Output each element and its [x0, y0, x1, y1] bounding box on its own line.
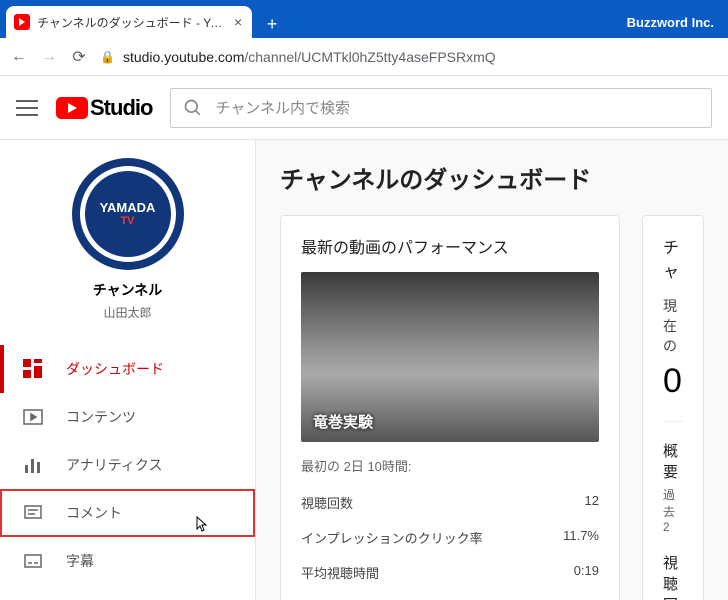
subscribers-value: 0	[663, 362, 683, 401]
page-title: チャンネルのダッシュボード	[280, 160, 704, 195]
logo-text: Studio	[90, 95, 152, 121]
lock-icon: 🔒	[100, 50, 115, 64]
avatar[interactable]: YAMADA TV	[72, 158, 184, 270]
stat-label: インプレッションのクリック率	[301, 528, 483, 547]
stat-row-avg-duration: 平均視聴時間 0:19	[301, 555, 599, 590]
dashboard-icon	[22, 358, 44, 380]
sidebar-item-label: アナリティクス	[66, 455, 162, 475]
analytics-icon	[22, 454, 44, 476]
browser-tab[interactable]: チャンネルのダッシュボード - YouTube ×	[6, 6, 252, 38]
summary-label: 概要	[663, 440, 683, 482]
avatar-line1: YAMADA	[100, 200, 156, 215]
youtube-icon	[56, 97, 88, 119]
studio-logo[interactable]: Studio	[56, 95, 152, 121]
period-label: 最初の 2日 10時間:	[301, 456, 599, 475]
youtube-favicon	[14, 14, 30, 30]
cursor-icon	[191, 515, 209, 535]
url-path: /channel/UCMTkl0hZ5tty4aseFPSRxmQ	[244, 49, 495, 65]
channel-owner: 山田太郎	[0, 304, 255, 321]
browser-address-bar: ← → ⟳ 🔒 studio.youtube.com/channel/UCMTk…	[0, 38, 728, 76]
tab-title: チャンネルのダッシュボード - YouTube	[37, 14, 227, 31]
comments-icon	[22, 502, 44, 524]
sidebar-item-content[interactable]: コンテンツ	[0, 393, 255, 441]
sidebar: YAMADA TV チャンネル 山田太郎 ダッシュボード コンテンツ アナリティ…	[0, 140, 256, 600]
stat-label: 視聴回数	[301, 493, 353, 512]
back-button[interactable]: ←	[10, 48, 28, 66]
content-icon	[22, 406, 44, 428]
subtitles-icon	[22, 550, 44, 572]
sidebar-item-comments[interactable]: コメント	[0, 489, 255, 537]
reload-button[interactable]: ⟳	[70, 47, 88, 67]
search-icon	[183, 98, 203, 118]
window-brand: Buzzword Inc.	[627, 15, 728, 38]
browser-titlebar: チャンネルのダッシュボード - YouTube × + Buzzword Inc…	[0, 0, 728, 38]
views-label: 視聴回	[663, 552, 683, 600]
card-title: チャ	[663, 234, 683, 282]
sidebar-item-label: ダッシュボード	[66, 359, 164, 379]
search-input[interactable]: チャンネル内で検索	[170, 88, 712, 128]
url-field[interactable]: 🔒 studio.youtube.com/channel/UCMTkl0hZ5t…	[100, 49, 718, 65]
subscribers-label: 現在の	[663, 296, 683, 356]
stat-value: 0:19	[574, 563, 599, 582]
sidebar-item-label: 字幕	[66, 551, 94, 571]
search-placeholder: チャンネル内で検索	[215, 97, 350, 118]
card-title: 最新の動画のパフォーマンス	[301, 234, 599, 258]
channel-label: チャンネル	[0, 280, 255, 300]
video-thumbnail[interactable]: 竜巻実験	[301, 272, 599, 442]
main-content: チャンネルのダッシュボード 最新の動画のパフォーマンス 竜巻実験 最初の 2日 …	[256, 140, 728, 600]
video-title: 竜巻実験	[313, 411, 373, 432]
stat-value: 11.7%	[563, 528, 599, 547]
sidebar-item-label: コンテンツ	[66, 407, 136, 427]
channel-avatar-block: YAMADA TV チャンネル 山田太郎	[0, 158, 255, 331]
app-header: Studio チャンネル内で検索	[0, 76, 728, 140]
summary-sub: 過去 2	[663, 486, 683, 534]
card-channel-analytics: チャ 現在の 0 概要 過去 2 視聴回 総再生 人気の 過去 4	[642, 215, 704, 600]
sidebar-item-subtitles[interactable]: 字幕	[0, 537, 255, 585]
avatar-line2: TV	[100, 215, 156, 228]
divider	[663, 421, 683, 422]
hamburger-icon[interactable]	[16, 100, 38, 116]
sidebar-item-dashboard[interactable]: ダッシュボード	[0, 345, 255, 393]
stat-value: 12	[585, 493, 599, 512]
stat-row-views: 視聴回数 12	[301, 485, 599, 520]
close-icon[interactable]: ×	[234, 14, 242, 30]
forward-button[interactable]: →	[40, 48, 58, 66]
url-host: studio.youtube.com	[123, 49, 244, 65]
sidebar-item-analytics[interactable]: アナリティクス	[0, 441, 255, 489]
card-latest-video: 最新の動画のパフォーマンス 竜巻実験 最初の 2日 10時間: 視聴回数 12 …	[280, 215, 620, 600]
new-tab-button[interactable]: +	[258, 10, 286, 38]
stat-row-ctr: インプレッションのクリック率 11.7%	[301, 520, 599, 555]
sidebar-item-label: コメント	[66, 503, 122, 523]
stat-label: 平均視聴時間	[301, 563, 379, 582]
